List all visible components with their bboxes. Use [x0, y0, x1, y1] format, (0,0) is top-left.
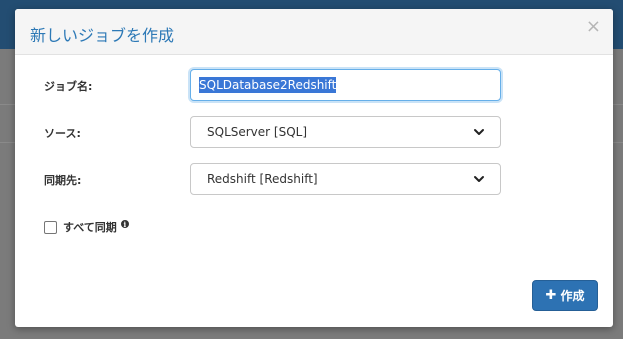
- info-icon[interactable]: i: [120, 220, 129, 229]
- source-label: ソース:: [44, 127, 81, 140]
- source-selected-value: SQLServer [SQL]: [207, 125, 308, 139]
- job-name-value: SQLDatabase2Redshift: [199, 77, 337, 93]
- destination-label: 同期先:: [44, 174, 82, 187]
- sync-all-label: すべて同期: [63, 221, 117, 234]
- source-select[interactable]: SQLServer [SQL]: [190, 116, 501, 148]
- destination-select[interactable]: Redshift [Redshift]: [190, 163, 501, 195]
- chevron-down-icon: [474, 129, 484, 135]
- create-button[interactable]: ✚ 作成: [532, 280, 598, 311]
- job-name-input[interactable]: SQLDatabase2Redshift: [190, 69, 501, 101]
- modal-title: 新しいジョブを作成: [30, 26, 175, 45]
- sync-all-row: すべて同期 i: [44, 219, 129, 235]
- chevron-down-icon: [474, 176, 484, 182]
- create-button-label: 作成: [560, 289, 585, 303]
- job-name-label: ジョブ名:: [44, 80, 93, 93]
- sync-all-checkbox[interactable]: [44, 220, 57, 234]
- modal-header: 新しいジョブを作成 ×: [15, 9, 613, 55]
- plus-icon: ✚: [545, 288, 557, 303]
- destination-selected-value: Redshift [Redshift]: [207, 172, 318, 186]
- create-job-modal: 新しいジョブを作成 × ジョブ名: SQLDatabase2Redshift ソ…: [15, 9, 613, 327]
- close-button[interactable]: ×: [586, 18, 601, 36]
